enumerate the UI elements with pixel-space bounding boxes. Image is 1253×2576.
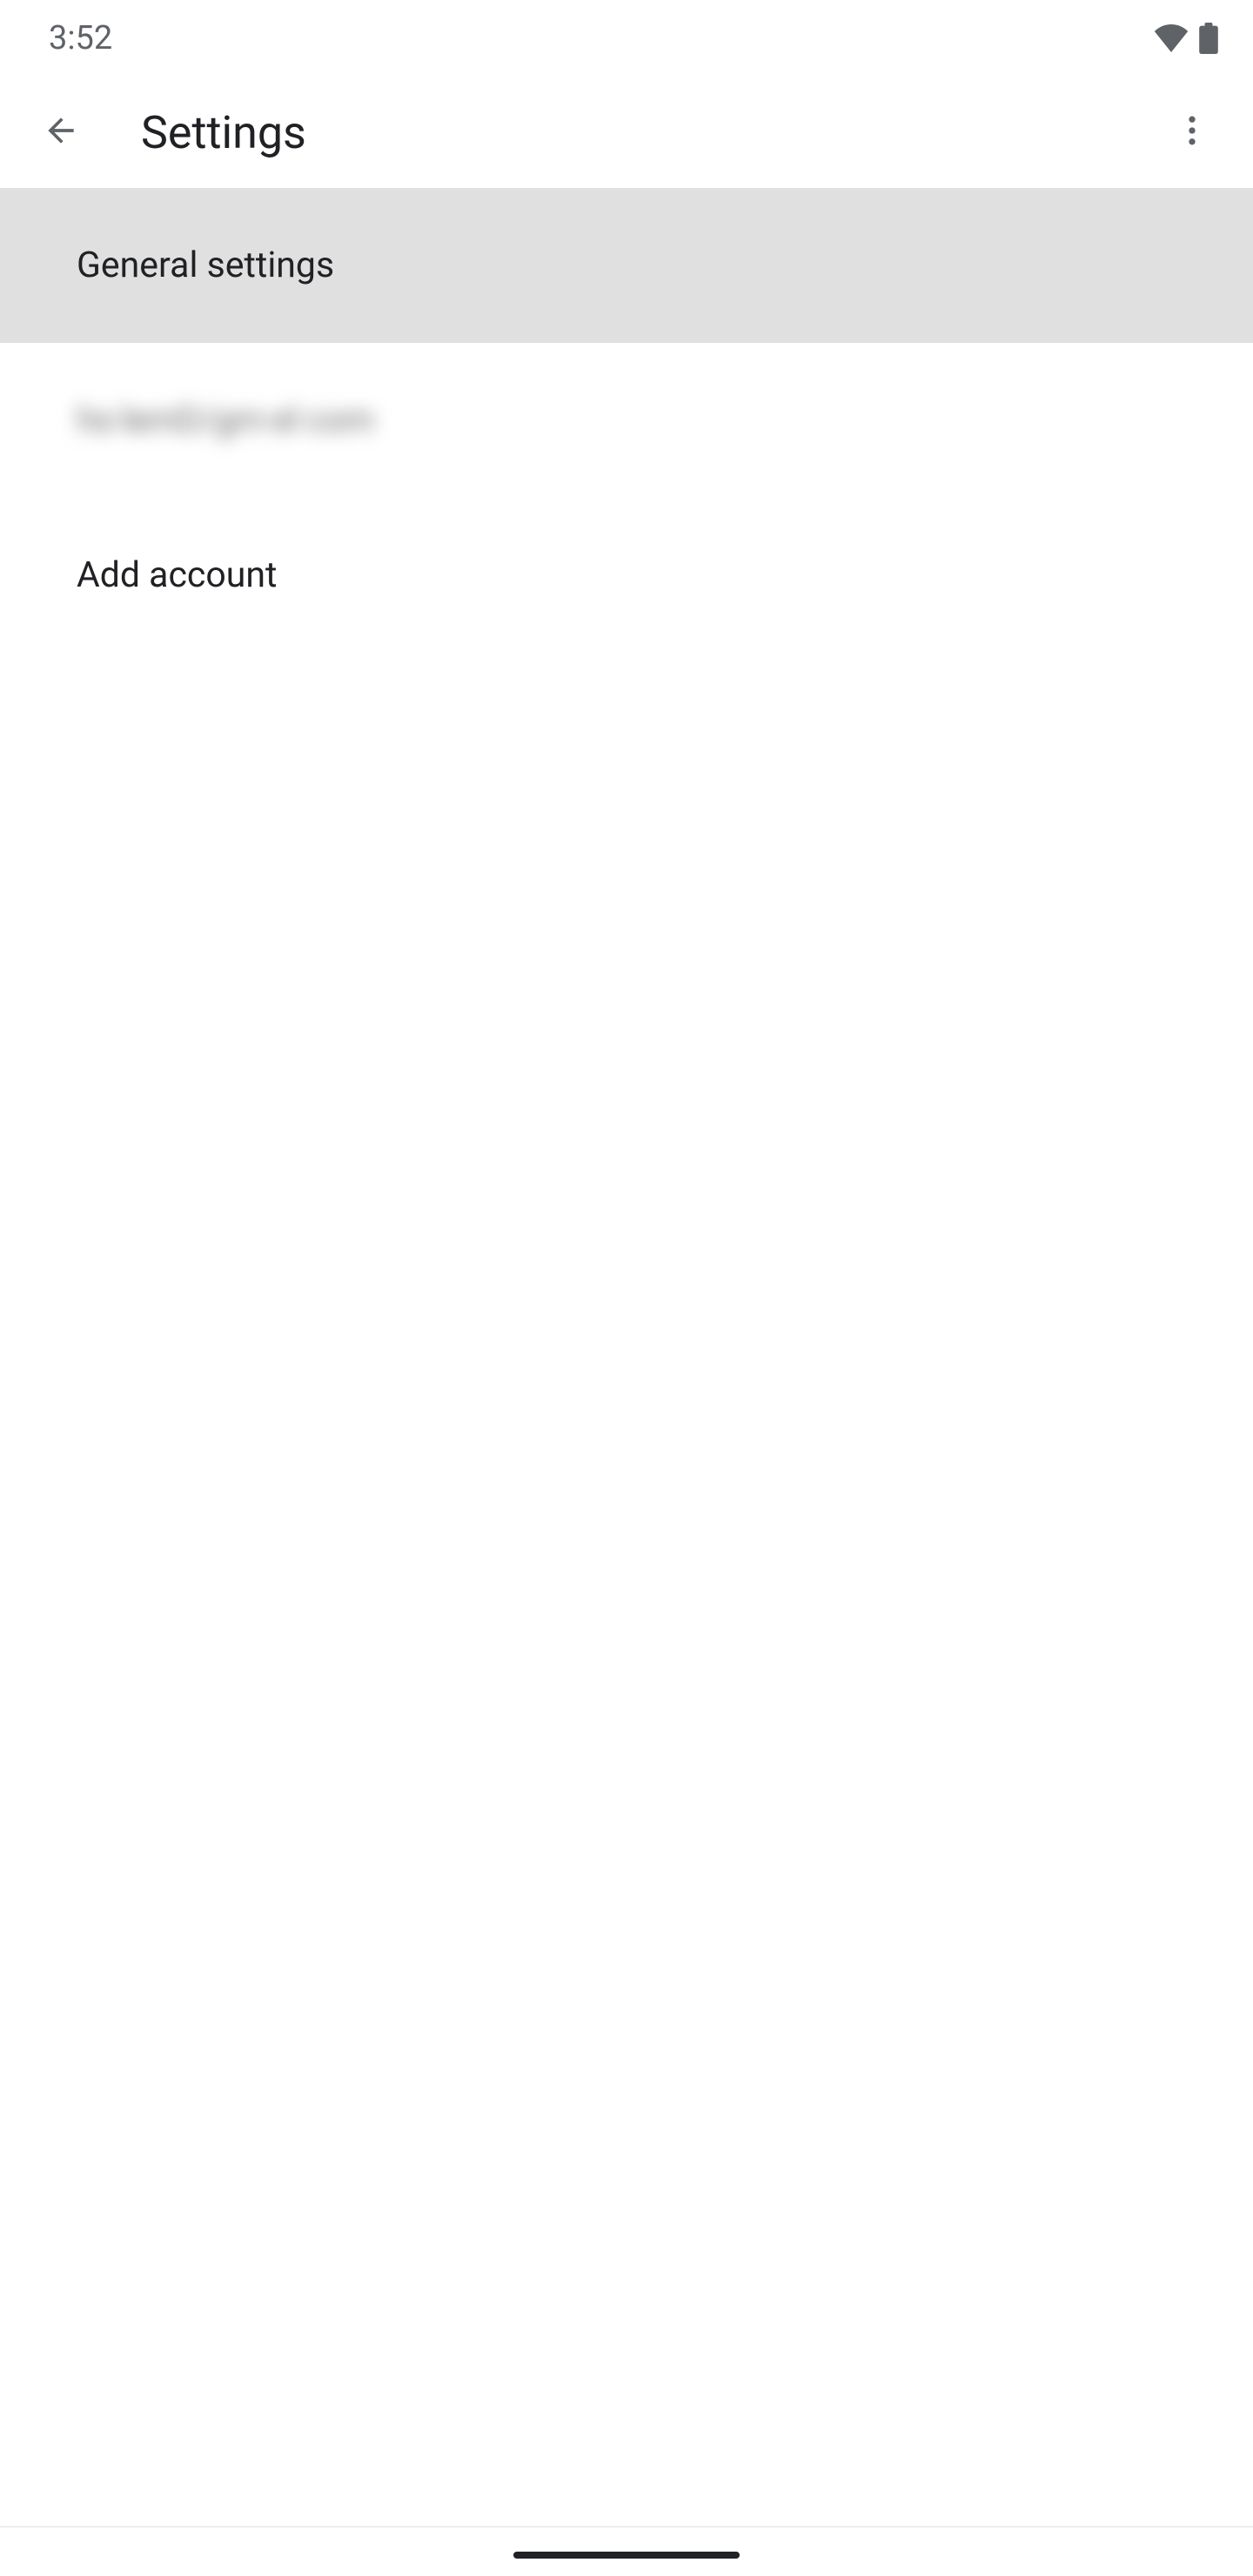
battery-icon <box>1199 23 1218 54</box>
back-button[interactable] <box>17 89 104 176</box>
settings-list: General settings hs·lemD/gm·el com Add a… <box>0 188 1253 653</box>
navigation-bar-handle[interactable] <box>513 2552 740 2559</box>
list-item-label: General settings <box>77 245 334 286</box>
list-item-add-account[interactable]: Add account <box>0 498 1253 653</box>
list-item-label: hs·lemD/gm·el com <box>77 399 373 441</box>
status-icons <box>1154 23 1218 54</box>
overflow-menu-button[interactable] <box>1149 89 1236 176</box>
list-item-account[interactable]: hs·lemD/gm·el com <box>0 343 1253 498</box>
divider <box>0 2526 1253 2527</box>
status-bar: 3:52 <box>0 0 1253 77</box>
wifi-icon <box>1154 24 1189 52</box>
app-bar: Settings <box>0 89 1253 176</box>
list-item-label: Add account <box>77 554 277 596</box>
more-vert-icon <box>1173 111 1211 153</box>
page-title: Settings <box>141 106 1149 159</box>
list-item-general-settings[interactable]: General settings <box>0 188 1253 343</box>
status-time: 3:52 <box>49 19 112 57</box>
arrow-back-icon <box>42 111 80 153</box>
